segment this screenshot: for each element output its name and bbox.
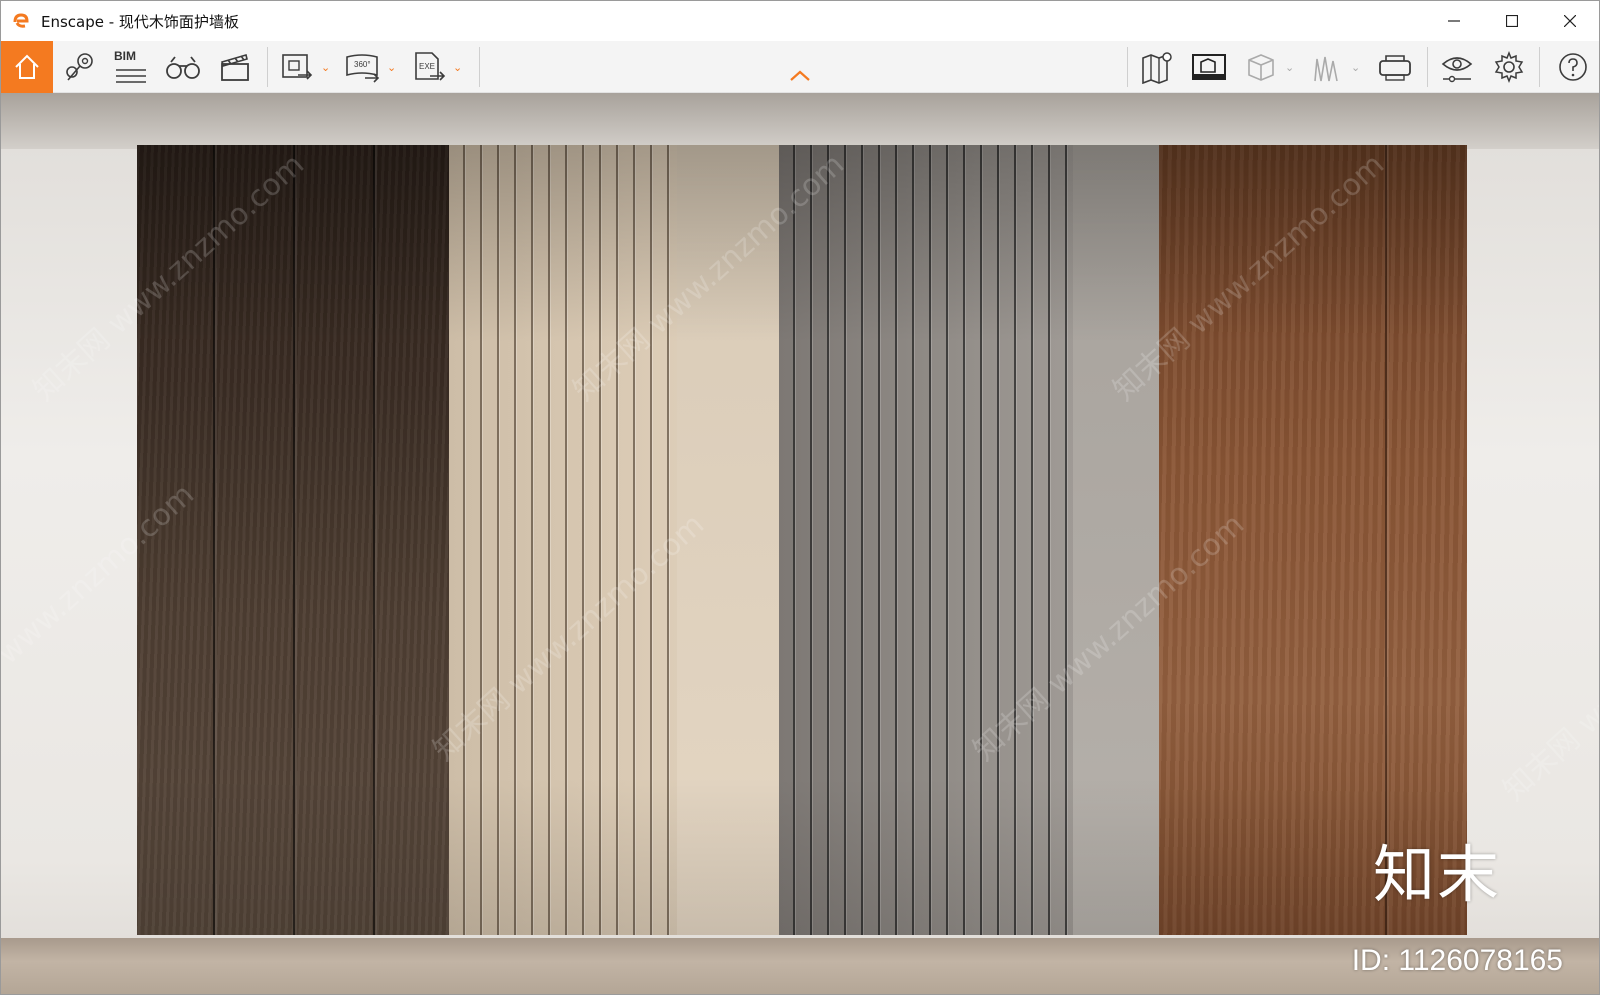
views-button[interactable] — [61, 47, 101, 87]
vr-headset-icon — [1379, 55, 1411, 81]
exe-export-icon: EXE — [415, 52, 446, 81]
home-button[interactable] — [1, 41, 53, 93]
help-button[interactable] — [1553, 47, 1593, 87]
panorama-export-icon: 360° — [346, 54, 380, 83]
bim-label: BIM — [114, 49, 136, 63]
maximize-button[interactable] — [1483, 1, 1541, 41]
vr-headset-button[interactable] — [1375, 47, 1415, 87]
map-icon — [1142, 52, 1172, 84]
screenshot-export-icon — [282, 54, 313, 80]
toolbar-divider — [1127, 47, 1128, 87]
clapperboard-icon — [221, 53, 249, 81]
enscape-toolbar: BIM ⌄ 360° ⌄ EXE ⌄ ⌄ ⌄ — [1, 41, 1599, 93]
minimize-button[interactable] — [1425, 1, 1483, 41]
close-button[interactable] — [1541, 1, 1599, 41]
map-button[interactable] — [1137, 47, 1177, 87]
toolbar-divider — [267, 47, 268, 87]
asset-library-button[interactable] — [1189, 47, 1229, 87]
bim-button[interactable]: BIM — [111, 47, 151, 87]
toolbar-divider — [479, 47, 480, 87]
panorama-export-button[interactable]: 360° — [343, 47, 383, 87]
help-icon — [1559, 53, 1587, 81]
svg-text:360°: 360° — [354, 60, 371, 69]
enscape-logo-icon — [1, 1, 41, 41]
title-bar: Enscape - 现代木饰面护墙板 — [1, 1, 1599, 41]
visual-settings-button[interactable] — [1437, 47, 1477, 87]
visual-settings-icon — [1441, 57, 1473, 83]
svg-text:EXE: EXE — [419, 62, 435, 71]
cube-button[interactable] — [1241, 47, 1281, 87]
video-editor-button[interactable] — [215, 47, 255, 87]
map-pin-icon — [66, 53, 93, 81]
toolbar-divider — [1539, 47, 1540, 87]
window-controls — [1425, 1, 1599, 41]
settings-icon — [1494, 50, 1524, 84]
cube-icon — [1248, 54, 1274, 81]
enscape-window: Enscape - 现代木饰面护墙板 BIM ⌄ 360° ⌄ EXE ⌄ ⌄ … — [0, 0, 1600, 995]
window-title: Enscape - 现代木饰面护墙板 — [41, 12, 239, 31]
screenshot-dropdown-caret[interactable]: ⌄ — [321, 61, 330, 74]
asset-library-icon — [1192, 54, 1226, 80]
ceiling — [1, 93, 1599, 149]
image-id: ID: 1126078165 — [1351, 944, 1563, 977]
grass-icon — [1314, 56, 1338, 82]
grass-button[interactable] — [1307, 47, 1347, 87]
brand-logo: 知末 — [1372, 838, 1501, 911]
cube-dropdown-caret[interactable]: ⌄ — [1285, 61, 1294, 74]
exe-export-button[interactable]: EXE — [409, 47, 449, 87]
exe-dropdown-caret[interactable]: ⌄ — [453, 61, 462, 74]
render-viewport[interactable]: 知末网 www.znzmo.com 知末网 www.znzmo.com 知末网 … — [1, 93, 1600, 994]
walk-mode-button[interactable] — [163, 47, 203, 87]
chevron-up-icon — [790, 70, 810, 81]
binoculars-icon — [166, 56, 200, 79]
collapse-toolbar-button[interactable] — [789, 69, 811, 87]
grass-dropdown-caret[interactable]: ⌄ — [1351, 61, 1360, 74]
panorama-dropdown-caret[interactable]: ⌄ — [387, 61, 396, 74]
home-icon — [15, 54, 39, 79]
screenshot-export-button[interactable] — [277, 47, 317, 87]
watermark: 知末网 www.znzmo.com — [1496, 547, 1600, 809]
toolbar-divider — [1427, 47, 1428, 87]
settings-button[interactable] — [1489, 47, 1529, 87]
grey-fluted-panel — [779, 145, 1159, 935]
